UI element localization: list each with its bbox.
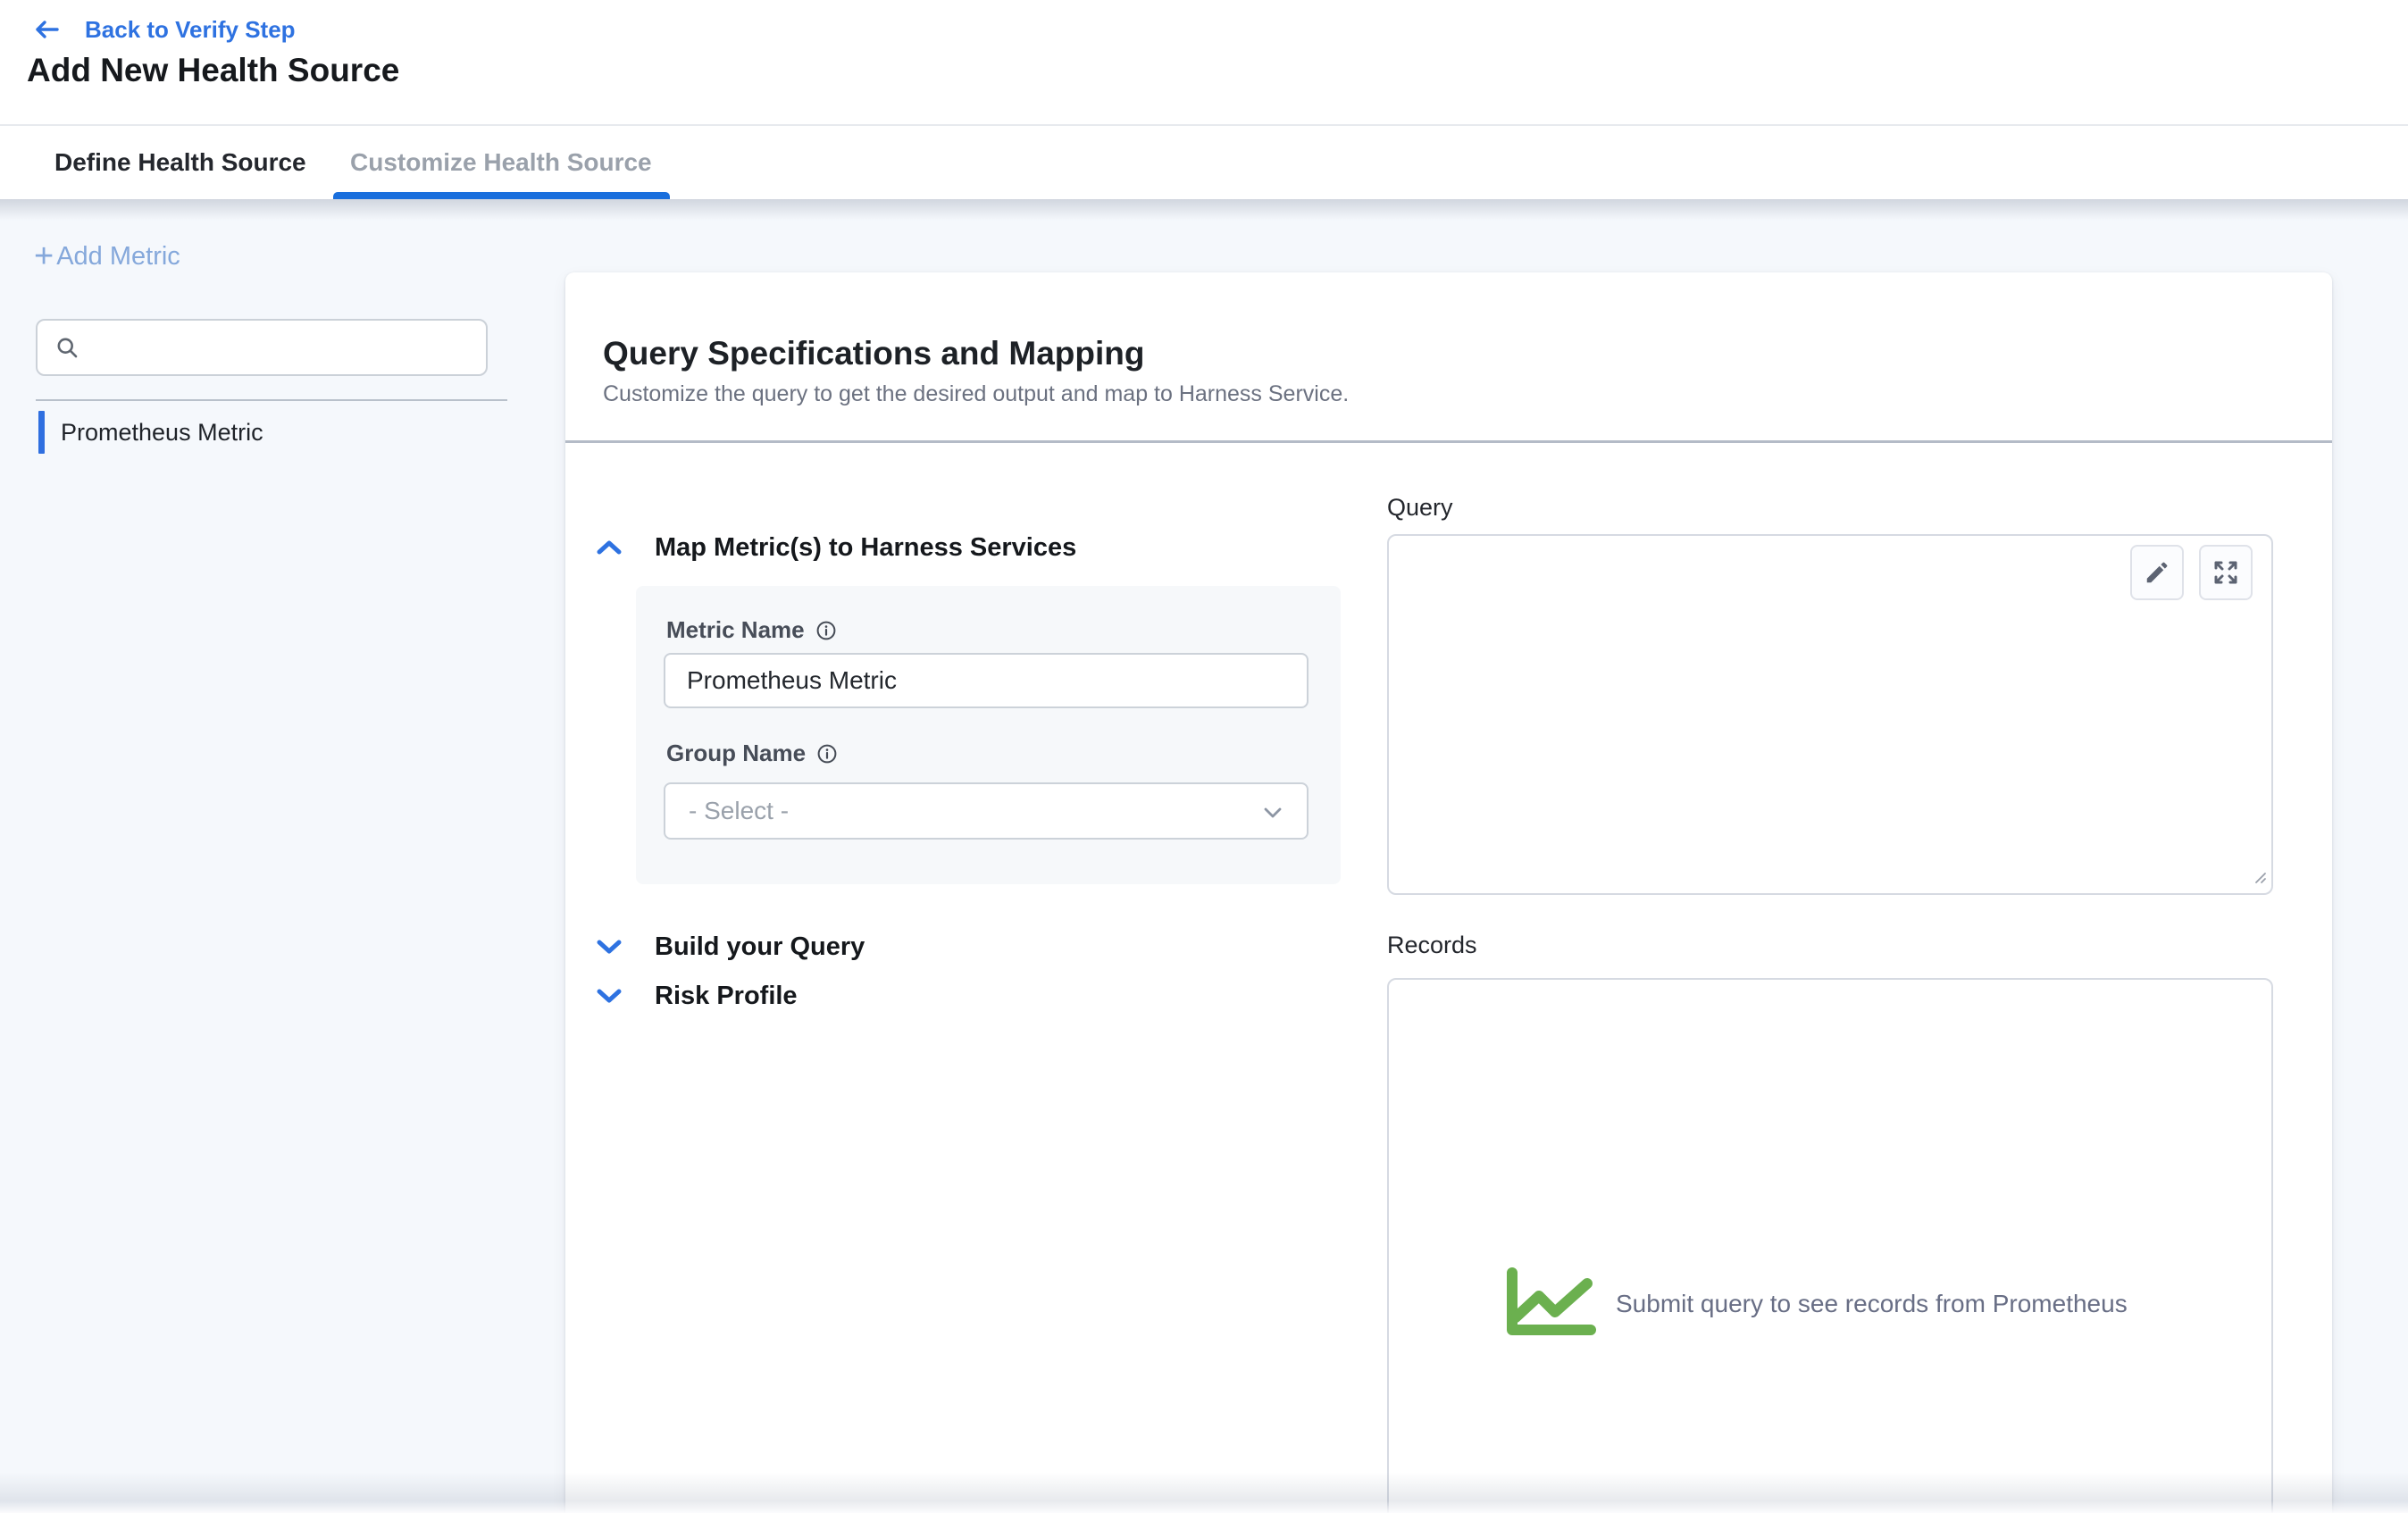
chevron-down-icon bbox=[1262, 806, 1283, 824]
records-empty-text: Submit query to see records from Prometh… bbox=[1616, 1290, 2128, 1318]
section-build-your-query[interactable]: Build your Query bbox=[596, 927, 865, 966]
records-label: Records bbox=[1387, 932, 1477, 959]
tab-bar: Define Health Source Customize Health So… bbox=[0, 124, 2408, 199]
query-specifications-panel: Query Specifications and Mapping Customi… bbox=[565, 272, 2332, 1513]
metric-list-item-prometheus[interactable]: Prometheus Metric bbox=[38, 411, 263, 454]
page-header: Back to Verify Step Add New Health Sourc… bbox=[0, 0, 2408, 199]
section-map-metrics-to-harness-services[interactable]: Map Metric(s) to Harness Services bbox=[596, 528, 1076, 567]
pencil-icon bbox=[2144, 559, 2170, 586]
metric-mapping-card: Metric Name Group Name bbox=[636, 586, 1341, 884]
sidebar-divider bbox=[36, 399, 507, 401]
add-metric-button[interactable]: + Add Metric bbox=[34, 239, 180, 273]
metric-name-input[interactable] bbox=[664, 653, 1309, 708]
group-name-label-text: Group Name bbox=[666, 740, 806, 767]
metric-name-label: Metric Name bbox=[666, 616, 837, 644]
group-name-select[interactable]: - Select - bbox=[664, 782, 1309, 840]
back-to-verify-step-link[interactable]: Back to Verify Step bbox=[33, 13, 296, 46]
back-link-label: Back to Verify Step bbox=[85, 16, 296, 44]
chevron-down-icon[interactable] bbox=[596, 938, 623, 956]
screen: Back to Verify Step Add New Health Sourc… bbox=[0, 0, 2408, 1513]
panel-divider bbox=[565, 440, 2332, 443]
info-circle-icon[interactable] bbox=[816, 743, 838, 765]
metric-item-label: Prometheus Metric bbox=[61, 419, 263, 447]
line-chart-icon bbox=[1503, 1266, 1598, 1342]
resize-grip-icon[interactable] bbox=[2249, 866, 2267, 889]
selected-indicator-bar bbox=[38, 411, 45, 454]
records-empty-state: Submit query to see records from Prometh… bbox=[1503, 1266, 2128, 1342]
group-name-placeholder: - Select - bbox=[689, 797, 789, 825]
plus-icon: + bbox=[34, 239, 54, 273]
metric-name-label-text: Metric Name bbox=[666, 616, 805, 644]
edit-query-button[interactable] bbox=[2130, 545, 2184, 600]
chevron-down-icon[interactable] bbox=[596, 987, 623, 1005]
tab-define-health-source[interactable]: Define Health Source bbox=[54, 126, 306, 199]
header-shadow bbox=[0, 199, 2408, 221]
section-label: Risk Profile bbox=[655, 982, 798, 1011]
query-editor bbox=[1387, 534, 2273, 895]
tab-customize-health-source[interactable]: Customize Health Source bbox=[350, 126, 652, 199]
info-circle-icon[interactable] bbox=[815, 620, 837, 641]
add-metric-label: Add Metric bbox=[56, 242, 180, 272]
group-name-label: Group Name bbox=[666, 740, 838, 767]
active-tab-underline bbox=[333, 192, 670, 199]
expand-arrows-icon bbox=[2212, 559, 2239, 586]
section-label: Map Metric(s) to Harness Services bbox=[655, 533, 1076, 563]
arrow-left-icon bbox=[33, 19, 60, 40]
chevron-up-icon[interactable] bbox=[596, 539, 623, 556]
panel-subtitle: Customize the query to get the desired o… bbox=[603, 381, 1349, 407]
page-title: Add New Health Source bbox=[27, 52, 399, 89]
search-icon bbox=[55, 336, 79, 360]
section-label: Build your Query bbox=[655, 932, 865, 962]
metric-search-input[interactable] bbox=[92, 322, 486, 372]
query-label: Query bbox=[1387, 494, 1453, 522]
section-risk-profile[interactable]: Risk Profile bbox=[596, 976, 798, 1016]
records-panel: Submit query to see records from Prometh… bbox=[1387, 978, 2273, 1513]
expand-query-button[interactable] bbox=[2199, 545, 2253, 600]
panel-title: Query Specifications and Mapping bbox=[603, 335, 1145, 372]
metric-search-box bbox=[36, 319, 488, 376]
